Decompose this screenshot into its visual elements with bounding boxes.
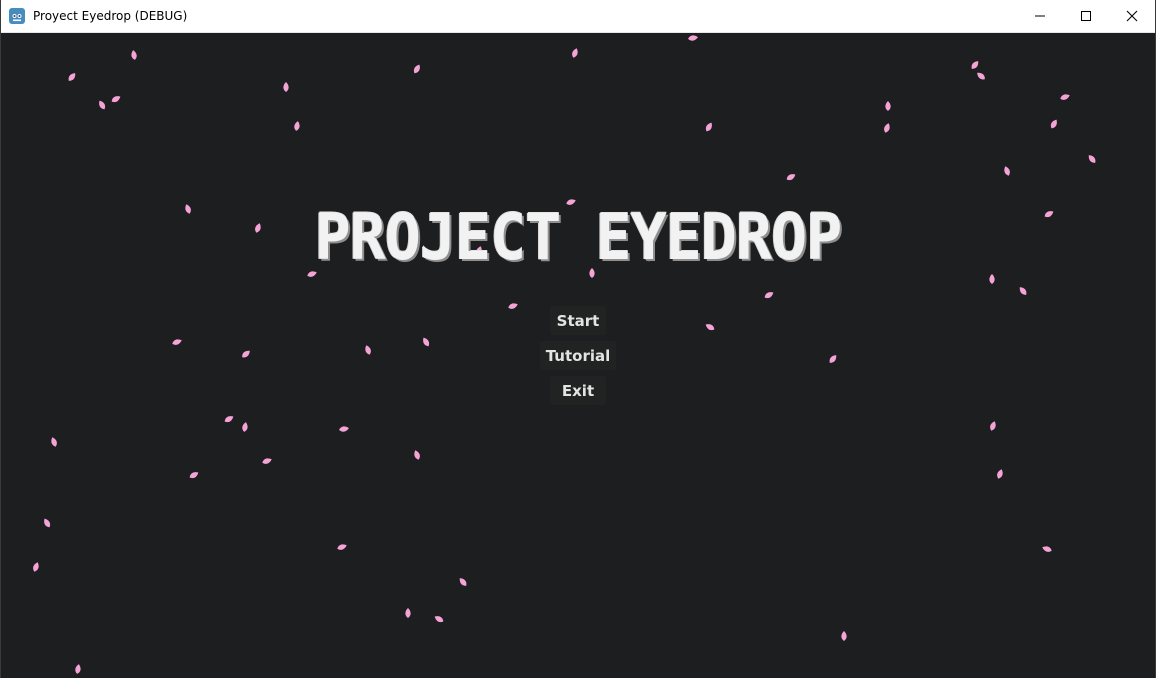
cherry-petal (1019, 287, 1027, 295)
cherry-petal (971, 61, 979, 69)
game-window: Proyect Eyedrop (DEBUG) PROJECT EYEDROP … (0, 0, 1156, 678)
window-titlebar[interactable]: Proyect Eyedrop (DEBUG) (1, 0, 1155, 33)
window-controls (1017, 0, 1155, 32)
cherry-petal (990, 421, 996, 431)
cherry-petal (841, 631, 847, 641)
cherry-petal (705, 122, 712, 132)
cherry-petal (764, 292, 774, 299)
cherry-petal (44, 518, 51, 528)
cherry-petal (51, 437, 57, 447)
cherry-petal (283, 82, 289, 92)
game-title: PROJECT EYEDROP (314, 201, 843, 275)
cherry-petal (262, 458, 272, 464)
cherry-petal (294, 121, 300, 131)
game-viewport: PROJECT EYEDROP Start Tutorial Exit (1, 33, 1155, 678)
close-button[interactable] (1109, 0, 1155, 32)
cherry-petal (68, 73, 76, 81)
cherry-petal (111, 96, 121, 103)
cherry-petal (786, 174, 796, 181)
cherry-petal (337, 544, 347, 550)
tutorial-button[interactable]: Tutorial (539, 341, 617, 370)
minimize-button[interactable] (1017, 0, 1063, 32)
exit-button[interactable]: Exit (550, 376, 606, 405)
main-menu: Start Tutorial Exit (1, 306, 1155, 411)
close-icon (1126, 10, 1138, 22)
cherry-petal (33, 562, 39, 572)
cherry-petal (242, 422, 248, 432)
cherry-petal (459, 578, 467, 586)
cherry-petal (1088, 155, 1096, 163)
cherry-petal (884, 123, 890, 133)
cherry-petal (1004, 166, 1010, 176)
cherry-petal (339, 426, 349, 432)
cherry-petal (224, 416, 234, 423)
maximize-button[interactable] (1063, 0, 1109, 32)
cherry-petal (1060, 94, 1070, 100)
maximize-icon (1081, 11, 1091, 21)
cherry-petal (99, 100, 106, 110)
cherry-petal (885, 101, 891, 111)
cherry-petal (977, 72, 985, 80)
cherry-petal (414, 450, 420, 460)
cherry-petal (75, 664, 81, 674)
minimize-icon (1035, 15, 1045, 17)
cherry-petal (131, 50, 137, 60)
window-title: Proyect Eyedrop (DEBUG) (33, 9, 188, 23)
cherry-petal (434, 616, 444, 623)
godot-app-icon (9, 8, 25, 24)
cherry-petal (413, 64, 420, 74)
cherry-petal (989, 274, 995, 284)
cherry-petal (688, 35, 698, 41)
cherry-petal (997, 469, 1003, 479)
cherry-petal (1042, 546, 1052, 552)
cherry-petal (572, 48, 578, 58)
cherry-petal (405, 608, 411, 618)
start-button[interactable]: Start (550, 306, 606, 335)
cherry-petal (189, 472, 199, 479)
cherry-petal (1050, 119, 1057, 129)
